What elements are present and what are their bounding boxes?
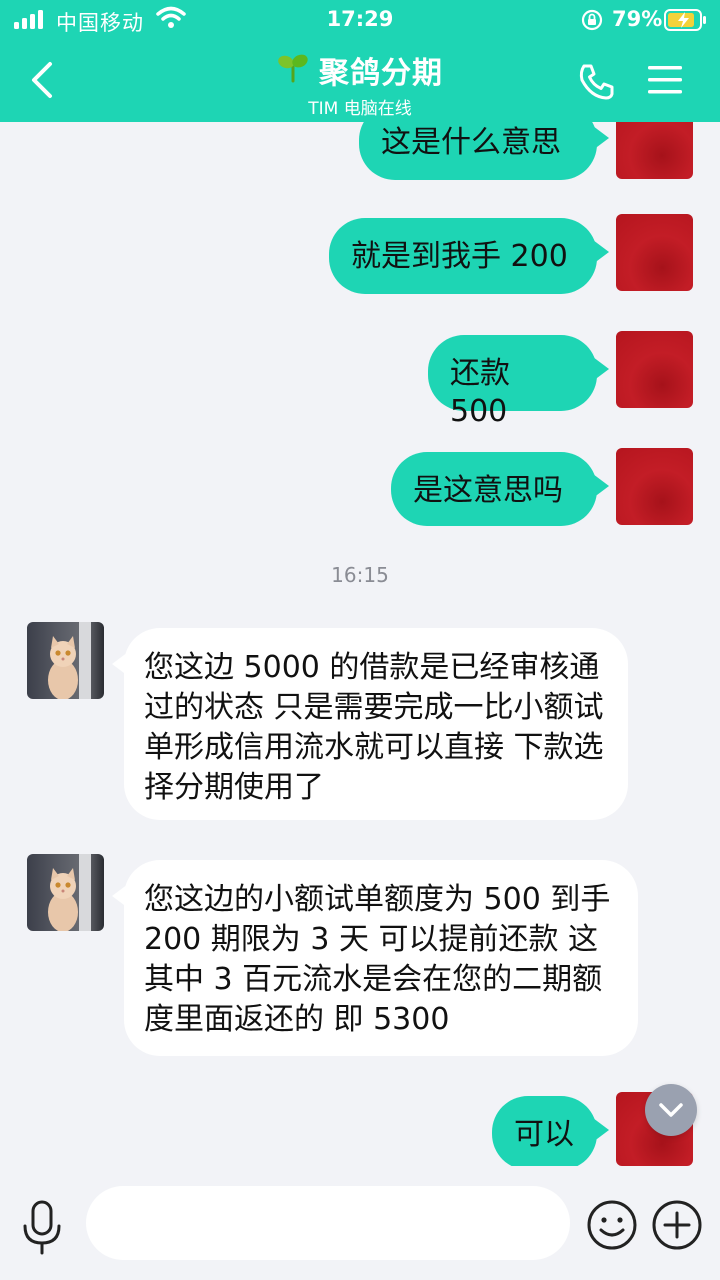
message-bubble-outgoing[interactable]: 这是什么意思	[359, 122, 609, 180]
message-input[interactable]	[86, 1186, 570, 1260]
voice-input-button[interactable]	[20, 1200, 64, 1256]
avatar[interactable]	[616, 214, 693, 291]
avatar[interactable]	[616, 331, 693, 408]
battery-icon	[664, 9, 708, 36]
chat-title: 聚鸽分期	[319, 56, 443, 91]
message-bubble-outgoing[interactable]: 是这意思吗	[391, 452, 609, 526]
scroll-to-bottom-button[interactable]	[645, 1084, 697, 1136]
smiley-icon	[587, 1200, 637, 1250]
message-text: 就是到我手 200	[351, 239, 568, 274]
contact-avatar[interactable]	[27, 622, 104, 699]
message-bubble-outgoing[interactable]: 可以	[492, 1096, 609, 1166]
message-text: 这是什么意思	[381, 125, 561, 160]
orientation-lock-icon	[580, 8, 604, 37]
chevron-down-icon	[659, 1103, 683, 1117]
message-bubble-outgoing[interactable]: 还款 500	[428, 335, 609, 429]
message-timestamp: 16:15	[331, 563, 389, 587]
plus-icon	[652, 1200, 702, 1250]
message-bubble-outgoing[interactable]: 就是到我手 200	[329, 218, 609, 294]
avatar[interactable]	[616, 122, 693, 179]
sprout-icon	[277, 53, 309, 87]
message-text: 您这边的小额试单额度为 500 到手 200 期限为 3 天 可以提前还款 这其…	[144, 882, 611, 1037]
more-options-button[interactable]	[651, 1199, 703, 1251]
input-bar	[0, 1166, 720, 1280]
chat-header: 中国移动 17:29 79% 聚鸽分期 TIM 电脑在线	[0, 0, 720, 122]
emoji-button[interactable]	[586, 1199, 638, 1251]
message-text: 是这意思吗	[413, 473, 563, 508]
battery-percent: 79%	[612, 7, 663, 31]
microphone-icon	[23, 1200, 61, 1255]
message-list[interactable]: 这是什么意思 就是到我手 200 还款 500 是这意思吗 16:15 您这边 …	[0, 122, 720, 1166]
phone-call-button[interactable]	[574, 60, 618, 104]
menu-icon[interactable]	[646, 62, 684, 98]
message-text: 可以	[514, 1117, 574, 1152]
message-text: 您这边 5000 的借款是已经审核通过的状态 只是需要完成一比小额试单形成信用流…	[144, 650, 604, 805]
message-text: 还款 500	[450, 356, 510, 429]
avatar[interactable]	[616, 448, 693, 525]
status-bar: 中国移动 17:29 79%	[0, 0, 720, 40]
message-bubble-incoming[interactable]: 您这边 5000 的借款是已经审核通过的状态 只是需要完成一比小额试单形成信用流…	[112, 628, 628, 820]
contact-avatar[interactable]	[27, 854, 104, 931]
message-bubble-incoming[interactable]: 您这边的小额试单额度为 500 到手 200 期限为 3 天 可以提前还款 这其…	[112, 860, 638, 1056]
